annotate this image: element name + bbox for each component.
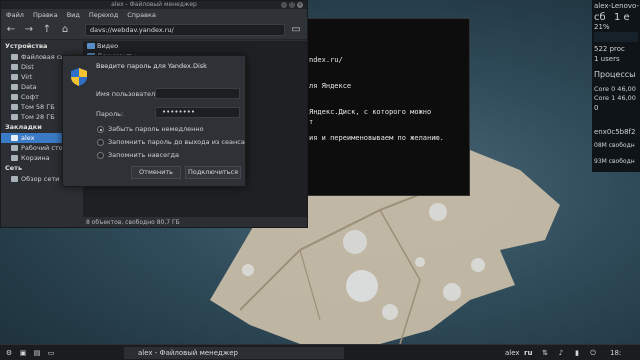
menu-file[interactable]: Файл	[6, 11, 24, 19]
processes-heading: Процессы	[594, 70, 636, 79]
radio-button[interactable]	[97, 152, 104, 159]
network-icon[interactable]: ⇅	[540, 347, 550, 359]
clock: 18:	[610, 349, 622, 357]
terminal-launcher-icon[interactable]: ▣	[18, 347, 28, 359]
password-field[interactable]: ••••••••	[155, 107, 240, 118]
username-label: Имя пользователя:	[96, 90, 162, 98]
forward-arrow-icon[interactable]: →	[23, 24, 35, 36]
menu-help[interactable]: Справка	[127, 11, 156, 19]
process-count: 522 proc	[594, 45, 625, 53]
address-bar[interactable]: davs://webdav.yandex.ru/	[85, 24, 285, 36]
volume-icon[interactable]: ♪	[556, 347, 566, 359]
app-launcher-icon[interactable]: ▤	[32, 347, 42, 359]
battery-icon[interactable]: ▮	[572, 347, 582, 359]
drive-icon	[11, 84, 18, 90]
sidebar-item-label: Обзор сети	[21, 175, 60, 183]
zero-value: 0	[594, 104, 599, 112]
desktop-icon	[11, 145, 18, 151]
drive-icon	[11, 54, 18, 60]
dialog-heading: Введите пароль для Yandex.Disk	[96, 62, 207, 70]
drive-icon	[11, 114, 18, 120]
home-icon[interactable]: ⌂	[59, 24, 71, 36]
drive-icon	[11, 94, 18, 100]
status-bar: 8 объектов, свободно 80,7 ГБ	[83, 218, 307, 227]
home-folder-icon	[11, 135, 18, 141]
network-icon	[11, 176, 18, 182]
connect-button[interactable]: Подключиться	[185, 166, 241, 179]
day-label: сб	[594, 12, 606, 23]
free-memory-1: 08M свободн	[594, 142, 635, 149]
cpu-percent: 21%	[594, 23, 610, 31]
folder-icon[interactable]: ▭	[290, 24, 302, 36]
maximize-button[interactable]: □	[289, 2, 295, 8]
shield-icon	[71, 68, 87, 86]
sidebar-item-label: Dist	[21, 63, 34, 71]
sidebar-heading-devices: Устройства	[5, 42, 48, 50]
option-label: Забыть пароль немедленно	[108, 125, 204, 133]
drive-icon	[11, 74, 18, 80]
radio-button[interactable]	[97, 139, 104, 146]
sidebar-item-label: Корзина	[21, 154, 50, 162]
minimize-button[interactable]: –	[281, 2, 287, 8]
list-item-label: Видео	[97, 42, 119, 50]
terminal-window[interactable]: ndex.ru/ ля Яндексе Яндекс.Диск, с котор…	[300, 18, 470, 196]
list-item[interactable]: Видео	[83, 41, 307, 51]
hostname: alex-Lenovo-	[594, 2, 639, 10]
title-bar[interactable]: alex - Файловый менеджер – □ ×	[1, 1, 307, 9]
menu-view[interactable]: Вид	[67, 11, 80, 19]
power-icon[interactable]: ⏻	[588, 347, 598, 359]
window-title: alex - Файловый менеджер	[111, 1, 197, 8]
taskbar: ⚙ ▣ ▤ ▭ alex - Файловый менеджер alex ru…	[0, 344, 640, 360]
start-menu-icon[interactable]: ⚙	[4, 347, 14, 359]
close-button[interactable]: ×	[297, 2, 303, 8]
taskbar-task-file-manager[interactable]: alex - Файловый менеджер	[124, 347, 344, 359]
day-number: 1 е	[614, 12, 630, 23]
password-label: Пароль:	[96, 110, 124, 118]
user-count: 1 users	[594, 55, 620, 63]
user-indicator: alex	[505, 349, 520, 357]
terminal-line: ия и переименовываем по желанию.	[309, 134, 444, 142]
sidebar-item-label: Софт	[21, 93, 39, 101]
sidebar-item-label: Том 28 ГБ	[21, 113, 55, 121]
menu-edit[interactable]: Правка	[33, 11, 58, 19]
sidebar-item-label: Том 58 ГБ	[21, 103, 55, 111]
drive-icon	[11, 64, 18, 70]
terminal-line: ля Яндексе	[309, 82, 352, 90]
free-memory-2: 93M свободн	[594, 158, 635, 165]
core0-temp: Core 0 46,00	[594, 85, 636, 93]
system-monitor: alex-Lenovo- сб 1 е 21% 522 proc 1 users…	[592, 0, 640, 172]
menu-bar: Файл Правка Вид Переход Справка	[1, 9, 307, 20]
username-field[interactable]	[155, 88, 240, 99]
trash-icon	[11, 155, 18, 161]
toolbar: ← → ↑ ⌂ davs://webdav.yandex.ru/ ▭	[1, 20, 307, 40]
sidebar-item-label: Data	[21, 83, 37, 91]
menu-go[interactable]: Переход	[89, 11, 118, 19]
terminal-line: Яндекс.Диск, с которого можно	[309, 108, 432, 116]
cpu-graph	[594, 32, 638, 42]
sidebar-item-label: alex	[21, 134, 35, 142]
cancel-button[interactable]: Отменить	[131, 166, 181, 179]
sidebar-item-label: Virt	[21, 73, 33, 81]
password-dialog[interactable]: Введите пароль для Yandex.Disk Имя польз…	[62, 55, 246, 187]
network-interface: enx0c5b8f2	[594, 128, 636, 136]
core1-temp: Core 1 46,00	[594, 94, 636, 102]
option-label: Запомнить пароль до выхода из сеанса	[108, 138, 245, 146]
sidebar-item-label: Рабочий стол	[21, 144, 67, 152]
folder-launcher-icon[interactable]: ▭	[46, 347, 56, 359]
folder-icon	[87, 43, 95, 49]
back-arrow-icon[interactable]: ←	[5, 24, 17, 36]
terminal-line: т	[309, 118, 314, 126]
up-arrow-icon[interactable]: ↑	[41, 24, 53, 36]
radio-button[interactable]	[97, 126, 104, 133]
terminal-line: ndex.ru/	[309, 56, 343, 64]
drive-icon	[11, 104, 18, 110]
language-indicator[interactable]: ru	[524, 347, 532, 359]
option-label: Запомнить навсегда	[108, 151, 179, 159]
task-label: alex - Файловый менеджер	[138, 349, 238, 357]
